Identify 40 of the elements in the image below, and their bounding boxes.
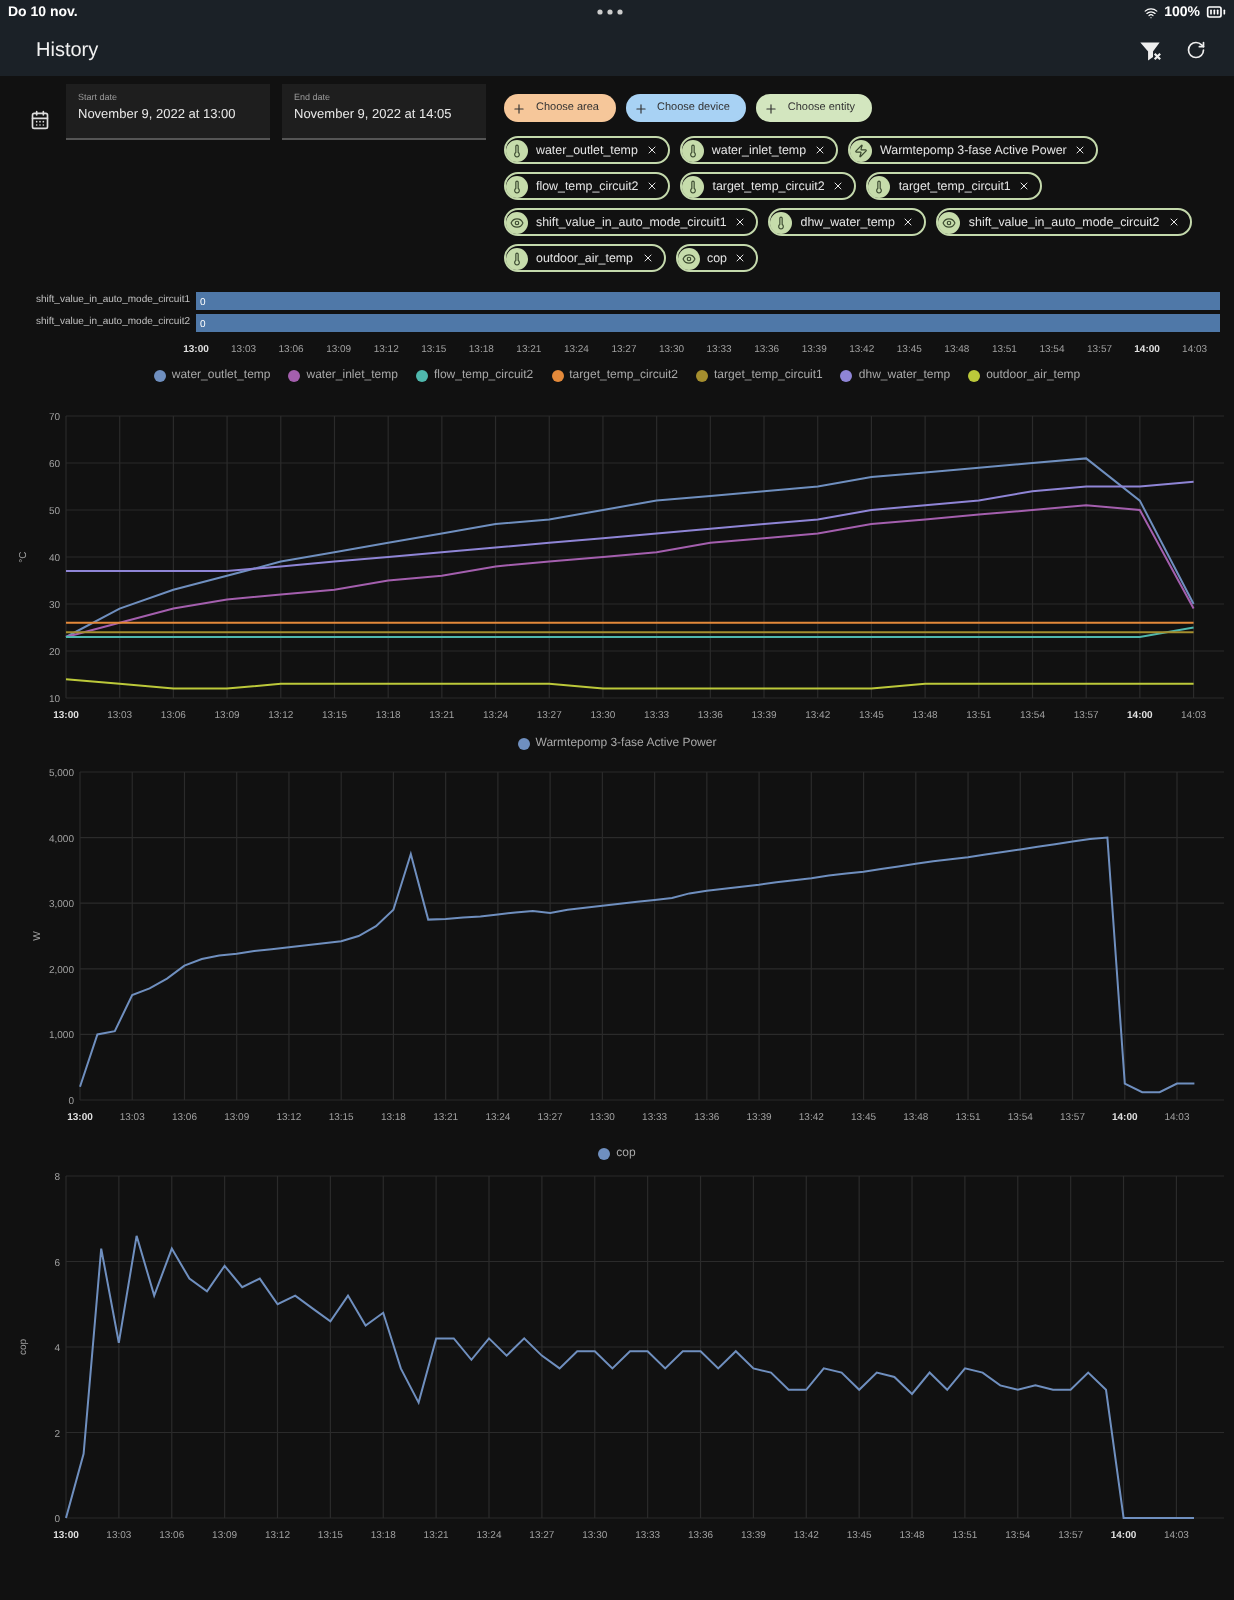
legend-dot[interactable] xyxy=(415,370,428,382)
thermometer-icon xyxy=(510,143,524,157)
legend-dot[interactable] xyxy=(517,738,530,750)
legend-dot[interactable] xyxy=(840,370,853,382)
battery-icon xyxy=(1205,2,1226,22)
close-icon[interactable] xyxy=(832,180,845,192)
thermometer-icon xyxy=(510,251,524,265)
legend-dot[interactable] xyxy=(551,370,564,382)
legend-dot[interactable] xyxy=(968,370,981,382)
plus-icon xyxy=(763,101,778,115)
plus-icon xyxy=(512,101,526,115)
legend-dot[interactable] xyxy=(153,370,166,382)
close-icon[interactable] xyxy=(645,144,658,156)
thermometer-icon xyxy=(774,215,789,229)
thermometer-icon xyxy=(872,179,887,193)
lightning-icon xyxy=(854,143,869,157)
close-icon[interactable] xyxy=(814,144,827,156)
eye-icon xyxy=(942,215,957,229)
close-icon[interactable] xyxy=(646,180,659,192)
refresh-icon[interactable] xyxy=(1186,40,1206,60)
close-icon[interactable] xyxy=(1167,216,1180,228)
close-icon[interactable] xyxy=(902,216,915,228)
legend-dot[interactable] xyxy=(696,370,709,382)
close-icon[interactable] xyxy=(734,216,747,228)
legend-dot[interactable] xyxy=(598,1148,611,1160)
more-icon[interactable] xyxy=(596,8,625,16)
legend-dot[interactable] xyxy=(288,370,301,382)
close-icon[interactable] xyxy=(1074,144,1087,156)
close-icon[interactable] xyxy=(1018,180,1031,192)
eye-icon xyxy=(681,251,695,265)
plus-icon xyxy=(633,101,647,115)
clear-filter-icon[interactable] xyxy=(1140,39,1162,61)
page-title: History xyxy=(36,39,99,61)
thermometer-icon xyxy=(510,179,524,193)
eye-icon xyxy=(510,215,524,229)
close-icon[interactable] xyxy=(734,252,747,264)
thermometer-icon xyxy=(685,143,700,157)
wifi-icon xyxy=(1144,5,1159,19)
thermometer-icon xyxy=(686,179,701,193)
close-icon[interactable] xyxy=(641,252,653,264)
